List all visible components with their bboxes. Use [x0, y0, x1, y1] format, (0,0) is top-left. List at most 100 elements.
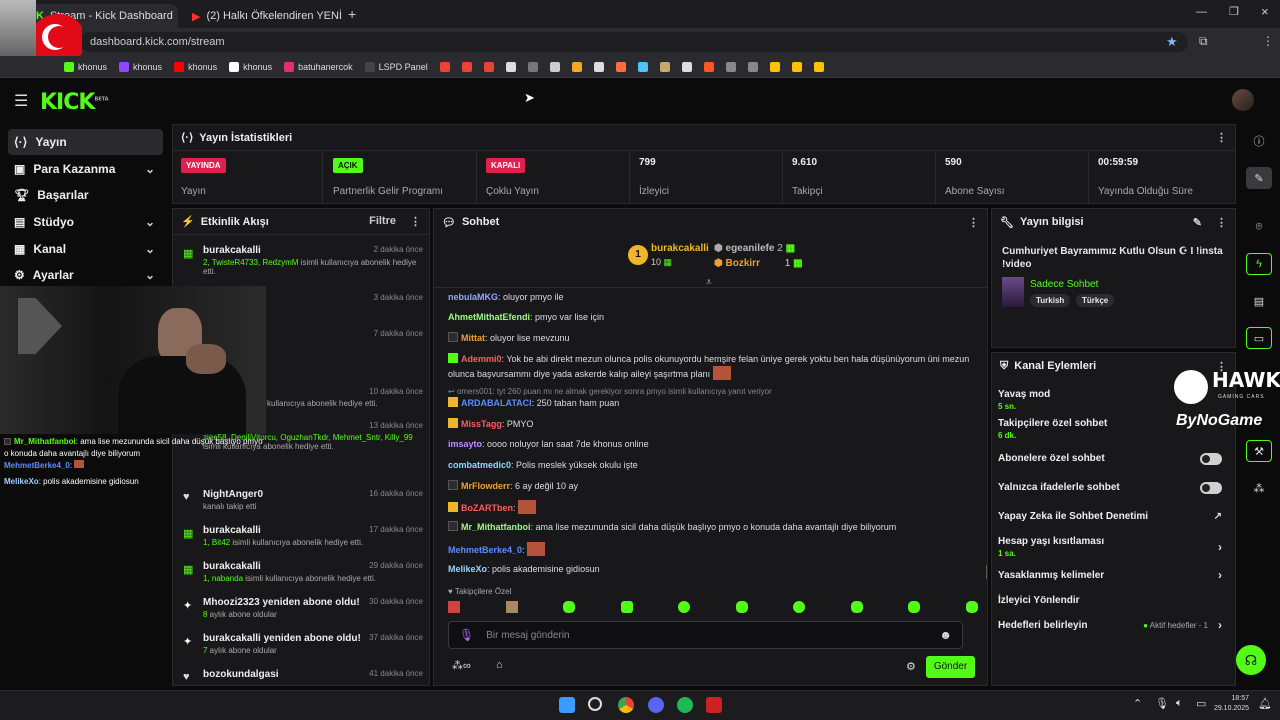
new-tab-icon[interactable]: + — [348, 6, 356, 22]
top-gifter-3[interactable]: ⬢ Bozkirr 1 ▦ — [714, 258, 803, 269]
bookmark-icon[interactable] — [505, 61, 516, 72]
bookmark-khonus[interactable]: khonus — [229, 61, 272, 72]
sidebar-item-para-kazanma[interactable]: ▣ Para Kazanma ⌄ — [8, 156, 163, 182]
action-ai-moderation[interactable]: Yapay Zeka ile Sohbet Denetimi ↗ — [998, 511, 1228, 522]
emoji-icon[interactable]: ☻ — [939, 628, 952, 642]
more-dots-icon[interactable]: ⋮ — [1216, 131, 1227, 144]
emote-icon[interactable] — [678, 601, 691, 613]
bookmark-batuhanercok[interactable]: batuhanercok — [284, 61, 353, 72]
emote-icon[interactable] — [908, 601, 921, 613]
camera-icon[interactable]: ⌾ — [1246, 216, 1272, 238]
chevron-up-icon[interactable]: ⌃ — [1133, 697, 1142, 710]
bookmark-icon[interactable] — [681, 61, 692, 72]
bookmark-icon[interactable] — [725, 61, 736, 72]
top-gifter-name[interactable]: burakcakalli — [651, 243, 709, 254]
kick-logo[interactable]: KICKBETA — [40, 90, 109, 115]
hamburger-menu-icon[interactable]: ☰ — [14, 91, 28, 111]
windows-start-icon[interactable] — [559, 697, 575, 713]
scrollbar[interactable] — [986, 565, 987, 579]
window-close-icon[interactable]: × — [1261, 4, 1269, 19]
more-dots-icon[interactable]: ⋮ — [968, 216, 979, 229]
star-icon[interactable]: ★ — [1166, 34, 1178, 50]
emote-icon[interactable] — [793, 601, 806, 613]
bookmark-khonus[interactable]: khonus — [119, 61, 162, 72]
bookmark-icon[interactable] — [593, 61, 604, 72]
clock[interactable]: 18:57 29.10.2025 — [1213, 694, 1249, 714]
emotes-only-toggle[interactable] — [1200, 482, 1222, 494]
more-dots-icon[interactable]: ⋮ — [1216, 216, 1227, 229]
emote-icon[interactable] — [965, 601, 978, 613]
bookmark-icon[interactable] — [813, 61, 824, 72]
store-icon[interactable]: ⌂ — [496, 659, 503, 671]
chat-icon[interactable]: ▭ — [1246, 327, 1272, 349]
emote-icon[interactable] — [735, 601, 748, 613]
minimize-icon[interactable]: — — [1196, 6, 1207, 18]
search-icon[interactable] — [588, 697, 602, 711]
network-icon[interactable]: ▭ — [1196, 697, 1206, 710]
gear-icon[interactable]: ⚙ — [906, 660, 916, 673]
sidebar-item-kanal[interactable]: ▦ Kanal ⌄ — [8, 236, 163, 262]
edit-pencil-icon[interactable]: ✎ — [1246, 167, 1272, 189]
action-goals[interactable]: Hedefleri belirleyin ● Aktif hedefler - 1… — [998, 618, 1228, 632]
tag-chip[interactable]: Turkish — [1030, 294, 1071, 307]
document-icon[interactable]: ▤ — [1246, 290, 1272, 312]
menu-dots-icon[interactable]: ⋮ — [1262, 34, 1274, 48]
discord-icon[interactable] — [648, 697, 664, 713]
bookmark-lspd-panel[interactable]: LSPD Panel — [364, 61, 428, 72]
bolt-icon[interactable]: ϟ — [1246, 253, 1272, 275]
info-icon[interactable]: ⓘ — [1246, 130, 1272, 152]
more-dots-icon[interactable]: ⋮ — [410, 215, 421, 228]
top-gifter-2[interactable]: ⬢ egeanilefe 2 ▦ — [714, 243, 795, 254]
bookmark-icon[interactable] — [571, 61, 582, 72]
bookmark-icon[interactable] — [527, 61, 538, 72]
gmail-icon[interactable] — [483, 61, 494, 72]
edit-pencil-icon[interactable]: ✎ — [1193, 216, 1202, 229]
volume-icon[interactable]: 🔈︎ — [1176, 697, 1183, 710]
microphone-icon[interactable]: 🎙︎ — [459, 628, 474, 642]
gmail-icon[interactable] — [439, 61, 450, 72]
app-icon[interactable] — [706, 697, 722, 713]
subscribers-only-toggle[interactable] — [1200, 453, 1222, 465]
tab-youtube[interactable]: ▶ (2) Halkı Öfkelendiren YENİ OL × — [184, 4, 342, 28]
action-raid[interactable]: İzleyici Yönlendir — [998, 595, 1228, 606]
emote-icon[interactable] — [505, 601, 518, 613]
sidebar-item-studyo[interactable]: ▤ Stüdyo ⌄ — [8, 209, 163, 235]
bookmark-icon[interactable] — [747, 61, 758, 72]
bookmark-icon[interactable] — [615, 61, 626, 72]
sidebar-item-basarilar[interactable]: 🏆︎ Başarılar — [8, 182, 163, 208]
emote-icon[interactable] — [620, 601, 633, 613]
spotify-icon[interactable] — [677, 697, 693, 713]
points-icon[interactable]: ⁂∞ — [452, 659, 471, 672]
bookmark-icon[interactable] — [637, 61, 648, 72]
action-account-age[interactable]: Hesap yaşı kısıtlaması 1 sa. › — [998, 536, 1228, 558]
bookmark-icon[interactable] — [703, 61, 714, 72]
send-button[interactable]: Gönder — [926, 656, 975, 678]
filter-button[interactable]: Filtre — [369, 215, 396, 228]
maximize-icon[interactable]: ❐ — [1229, 5, 1239, 18]
apps-icon[interactable]: ⁂ — [1246, 477, 1272, 499]
address-bar[interactable]: dashboard.kick.com/stream — [80, 32, 1188, 52]
bookmark-icon[interactable] — [791, 61, 802, 72]
sidebar-item-ayarlar[interactable]: ⚙ Ayarlar ⌄ — [8, 262, 163, 288]
bookmark-icon[interactable] — [659, 61, 670, 72]
action-banned-words[interactable]: Yasaklanmış kelimeler › — [998, 568, 1228, 582]
sidebar-item-yayin[interactable]: ⟨·⟩ Yayın — [8, 129, 163, 155]
emote-icon[interactable] — [563, 601, 576, 613]
emote-icon[interactable] — [850, 601, 863, 613]
bookmark-icon[interactable] — [549, 61, 560, 72]
chat-input[interactable]: 🎙︎ Bir mesaj gönderin ☻ — [448, 621, 963, 649]
bookmark-khonus[interactable]: khonus — [64, 61, 107, 72]
category-name[interactable]: Sadece Sohbet — [1030, 279, 1098, 290]
microphone-icon[interactable]: 🎙︎ — [1155, 697, 1169, 710]
support-headset-icon[interactable]: ☊ — [1236, 645, 1266, 675]
notification-icon[interactable]: 🔔︎ — [1258, 697, 1272, 710]
bookmark-icon[interactable] — [769, 61, 780, 72]
bookmark-khonus[interactable]: khonus — [174, 61, 217, 72]
avatar[interactable] — [1232, 89, 1254, 111]
gmail-icon[interactable] — [461, 61, 472, 72]
emote-icon[interactable] — [448, 601, 460, 613]
tag-chip[interactable]: Türkçe — [1076, 294, 1115, 307]
chrome-icon[interactable] — [618, 697, 634, 713]
extensions-icon[interactable]: ⧉ — [1199, 34, 1208, 49]
wrench-icon[interactable]: ⚒ — [1246, 440, 1272, 462]
